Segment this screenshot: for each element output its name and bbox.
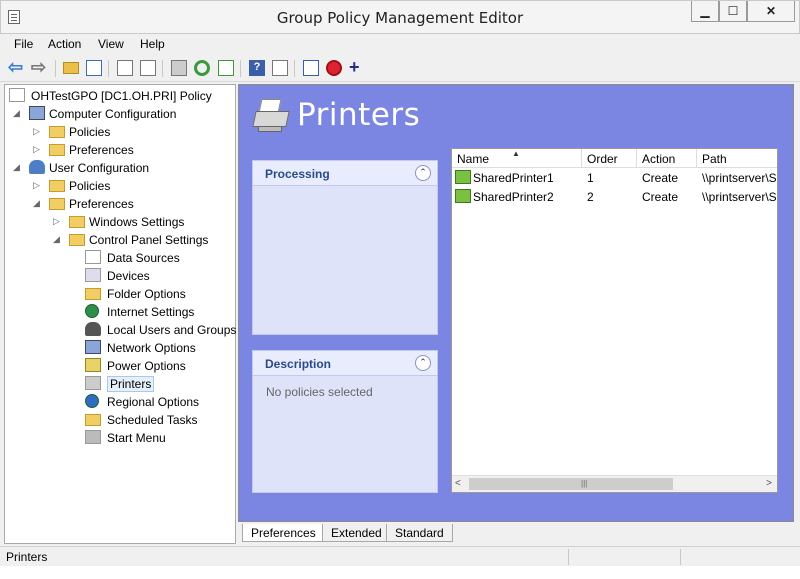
tab-extended[interactable]: Extended xyxy=(322,524,391,542)
scroll-right-icon[interactable]: > xyxy=(766,478,772,489)
processing-header: Processing xyxy=(265,167,330,181)
scroll-thumb[interactable]: ||| xyxy=(469,478,673,490)
shared-printer-icon xyxy=(455,189,471,203)
user-icon xyxy=(29,160,45,174)
window-title: Group Policy Management Editor xyxy=(276,9,524,27)
print-icon[interactable] xyxy=(171,60,187,76)
expand-icon[interactable]: ◢ xyxy=(33,198,43,209)
help-icon[interactable]: ? xyxy=(249,60,265,76)
folder-icon xyxy=(49,126,65,138)
add-icon[interactable]: + xyxy=(349,58,365,76)
start-menu-icon xyxy=(85,430,101,444)
sort-ascending-icon: ▲ xyxy=(512,149,520,158)
local-users-icon xyxy=(85,322,101,336)
regional-options-icon xyxy=(85,394,99,408)
column-header-name[interactable]: Name ▲ xyxy=(452,149,582,168)
copy-icon[interactable] xyxy=(117,60,133,76)
row-path: \\printserver\S xyxy=(702,171,777,185)
expand-icon[interactable]: ◢ xyxy=(53,234,63,245)
folder-icon xyxy=(69,216,85,228)
column-header-action[interactable]: Action xyxy=(637,149,697,168)
folder-icon xyxy=(49,144,65,156)
column-header-order[interactable]: Order xyxy=(582,149,637,168)
description-text: No policies selected xyxy=(266,385,373,399)
collapse-icon[interactable]: ⌃ xyxy=(415,165,431,181)
collapse-icon[interactable]: ▷ xyxy=(33,126,43,137)
pane-title: Printers xyxy=(297,97,421,133)
folder-options-icon xyxy=(85,288,101,300)
expand-icon[interactable]: ◢ xyxy=(13,108,23,119)
tab-standard[interactable]: Standard xyxy=(386,524,453,542)
printer-icon xyxy=(252,99,290,135)
folder-icon xyxy=(49,180,65,192)
grip-icon: ||| xyxy=(581,479,588,488)
minimize-button[interactable]: ▁ xyxy=(691,1,719,22)
close-button[interactable]: ✕ xyxy=(747,1,795,22)
list-row[interactable]: SharedPrinter2 2 Create \\printserver\S xyxy=(452,187,777,206)
row-action: Create xyxy=(642,190,679,204)
folder-icon xyxy=(49,198,65,210)
row-action: Create xyxy=(642,171,679,185)
menu-help[interactable]: Help xyxy=(140,37,165,51)
export-icon[interactable] xyxy=(218,60,234,76)
row-order: 2 xyxy=(587,190,594,204)
computer-icon xyxy=(29,106,45,120)
expand-icon[interactable]: ◢ xyxy=(13,162,23,173)
description-panel: Description ⌃ No policies selected xyxy=(252,350,438,493)
up-folder-icon[interactable] xyxy=(63,62,79,74)
collapse-icon[interactable]: ▷ xyxy=(33,180,43,191)
scheduled-tasks-icon xyxy=(85,414,101,426)
view-tabs: Preferences Extended Standard xyxy=(238,523,794,543)
power-options-icon xyxy=(85,358,101,372)
collapse-icon[interactable]: ▷ xyxy=(53,216,63,227)
list-row[interactable]: SharedPrinter1 1 Create \\printserver\S xyxy=(452,168,777,187)
collapse-icon[interactable]: ⌃ xyxy=(415,355,431,371)
toolbar: ⇦ ⇨ ? + xyxy=(0,55,800,82)
menu-view[interactable]: View xyxy=(98,37,124,51)
disable-icon[interactable] xyxy=(326,60,342,76)
paste-icon[interactable] xyxy=(140,60,156,76)
tab-preferences[interactable]: Preferences xyxy=(242,524,325,542)
show-hide-tree-icon[interactable] xyxy=(86,60,102,76)
row-order: 1 xyxy=(587,171,594,185)
menu-file[interactable]: File xyxy=(14,37,33,51)
network-options-icon xyxy=(85,340,101,354)
menu-bar: File Action View Help xyxy=(0,34,800,54)
column-header-path[interactable]: Path xyxy=(697,149,777,168)
horizontal-scrollbar[interactable]: < ||| > xyxy=(452,475,777,492)
folder-icon xyxy=(69,234,85,246)
status-bar: Printers xyxy=(0,546,800,566)
menu-action[interactable]: Action xyxy=(48,37,81,51)
forward-icon[interactable]: ⇨ xyxy=(31,58,47,76)
maximize-button[interactable]: ☐ xyxy=(719,1,747,22)
internet-settings-icon xyxy=(85,304,99,318)
gpo-status-icon[interactable] xyxy=(303,60,319,76)
data-sources-icon xyxy=(85,250,101,264)
shared-printer-icon xyxy=(455,170,471,184)
printers-icon xyxy=(85,376,101,390)
row-name: SharedPrinter1 xyxy=(473,171,554,185)
details-pane: Printers Processing ⌃ Description ⌃ No p… xyxy=(238,84,794,522)
row-path: \\printserver\S xyxy=(702,190,777,204)
scroll-left-icon[interactable]: < xyxy=(455,478,461,489)
policy-icon xyxy=(9,88,25,102)
console-tree[interactable]: OHTestGPO [DC1.OH.PRI] Policy ◢ Computer… xyxy=(4,84,236,544)
processing-panel: Processing ⌃ xyxy=(252,160,438,335)
properties-icon[interactable] xyxy=(272,60,288,76)
devices-icon xyxy=(85,268,101,282)
title-bar: Group Policy Management Editor ▁ ☐ ✕ xyxy=(0,0,800,34)
back-icon[interactable]: ⇦ xyxy=(8,58,24,76)
collapse-icon[interactable]: ▷ xyxy=(33,144,43,155)
row-name: SharedPrinter2 xyxy=(473,190,554,204)
description-header: Description xyxy=(265,357,332,371)
refresh-icon[interactable] xyxy=(194,60,210,76)
printers-list[interactable]: Name ▲ Order Action Path SharedPrinter1 … xyxy=(451,148,778,493)
status-text: Printers xyxy=(6,550,48,564)
